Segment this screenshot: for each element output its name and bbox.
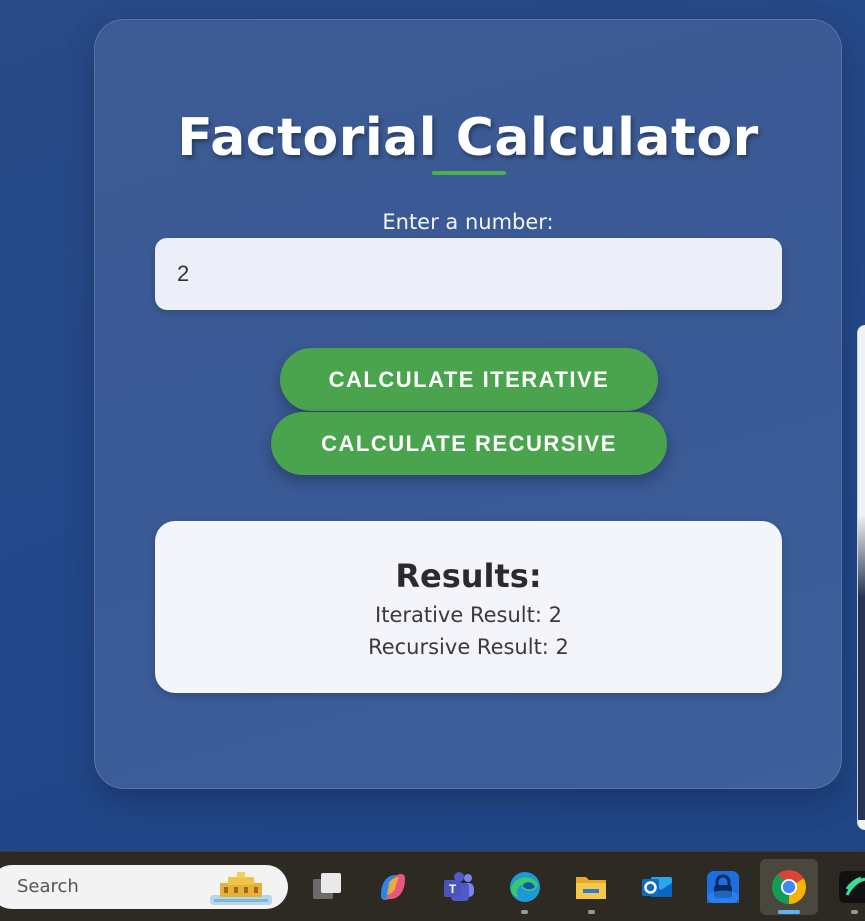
number-input[interactable]: [155, 238, 782, 310]
vpn-lock-icon[interactable]: [704, 868, 742, 906]
teams-icon[interactable]: T: [440, 868, 478, 906]
recursive-result: Recursive Result: 2: [368, 635, 569, 659]
results-title: Results:: [395, 557, 542, 595]
file-explorer-icon[interactable]: [572, 868, 610, 906]
number-input-label: Enter a number:: [382, 210, 554, 234]
copilot-icon[interactable]: [374, 868, 412, 906]
page-title: Factorial Calculator: [177, 108, 759, 168]
app-icon[interactable]: [836, 868, 865, 906]
search-placeholder: Search: [17, 876, 79, 897]
app-running-indicator: [851, 910, 858, 914]
calculate-iterative-button[interactable]: CALCULATE ITERATIVE: [280, 348, 658, 411]
title-underline: [432, 171, 506, 175]
chrome-running-indicator: [778, 910, 800, 914]
calculate-recursive-button[interactable]: CALCULATE RECURSIVE: [271, 412, 667, 475]
outlook-icon[interactable]: [638, 868, 676, 906]
svg-text:T: T: [449, 882, 457, 896]
taskbar-search-box[interactable]: Search: [0, 865, 288, 909]
chrome-icon[interactable]: [770, 868, 808, 906]
explorer-running-indicator: [588, 910, 595, 914]
edge-icon[interactable]: [506, 868, 544, 906]
background-window-edge[interactable]: [857, 325, 865, 830]
calculator-card: Factorial Calculator Enter a number: CAL…: [94, 19, 842, 789]
edge-running-indicator: [521, 910, 528, 914]
iterative-result: Iterative Result: 2: [375, 603, 562, 627]
results-panel: Results: Iterative Result: 2 Recursive R…: [155, 521, 782, 693]
task-view-icon[interactable]: [308, 868, 346, 906]
search-highlight-image-icon: [210, 872, 272, 905]
taskbar: Search T: [0, 851, 865, 921]
